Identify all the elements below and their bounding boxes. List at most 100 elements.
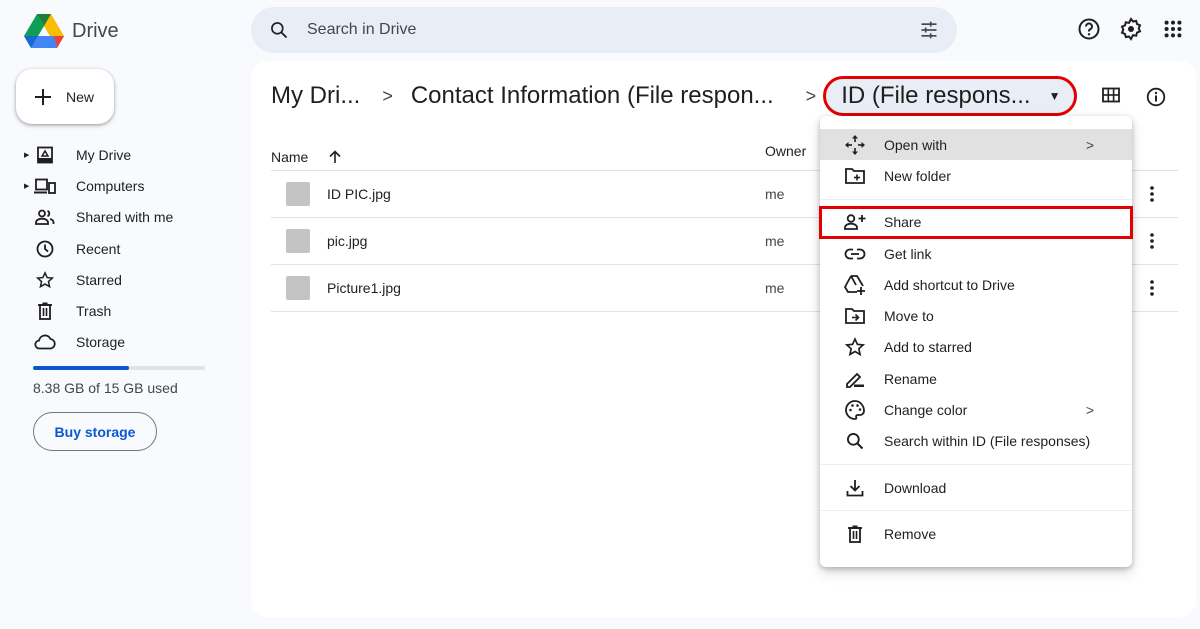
file-name: pic.jpg [327,233,368,249]
help-icon [1078,18,1100,40]
menu-item-move-to[interactable]: Move to [820,300,1132,331]
expand-caret-icon[interactable]: ▶ [24,151,34,159]
sidebar-item-recent[interactable]: Recent [0,233,240,264]
apps-icon [1164,20,1182,38]
open-with-icon [845,134,865,155]
info-icon[interactable] [1146,87,1166,107]
sidebar-item-storage[interactable]: Storage [0,327,240,358]
file-name: ID PIC.jpg [327,186,391,202]
star-icon [36,270,54,288]
sidebar-item-label: My Drive [76,146,132,163]
buy-storage-button[interactable]: Buy storage [33,412,157,451]
download-icon [846,479,864,497]
link-icon [844,248,866,259]
breadcrumb-current-label: ID (File respons... [841,82,1031,109]
trash-icon [848,525,862,543]
trash-icon [38,302,52,321]
more-actions-icon[interactable] [1142,180,1162,208]
image-thumbnail [286,229,310,253]
submenu-chevron-icon: > [1085,136,1094,153]
file-owner: me [765,186,785,202]
sidebar-item-trash[interactable]: Trash [0,295,240,326]
search-icon[interactable] [269,20,289,40]
submenu-chevron-icon: > [1085,402,1094,419]
menu-divider [820,198,1132,200]
sidebar-item-shared-with-me[interactable]: Shared with me [0,202,240,233]
menu-item-change-color[interactable]: Change color > [820,394,1132,425]
more-actions-icon[interactable] [1142,274,1162,302]
sort-arrow-up-icon[interactable] [328,149,342,164]
rename-icon [846,372,864,388]
search-bar[interactable]: Search in Drive [251,7,957,53]
folder-context-menu: Open with > New folder Share Get link Ad… [819,116,1133,567]
search-options-icon[interactable] [919,20,939,40]
my-drive-icon [37,146,53,164]
more-actions-icon[interactable] [1142,227,1162,255]
sidebar-item-computers[interactable]: ▶ Computers [0,170,240,201]
image-thumbnail [286,276,310,300]
plus-icon [35,88,51,105]
breadcrumb-my-drive[interactable]: My Dri... [271,82,360,110]
new-button-label: New [66,88,95,105]
cloud-icon [34,335,56,350]
header-actions [1076,14,1186,44]
clock-icon [36,240,54,257]
breadcrumb-current-folder-button[interactable]: ID (File respons... ▼ [823,76,1078,116]
move-to-icon [845,308,865,325]
expand-caret-icon[interactable]: ▶ [24,182,34,190]
search-icon [847,433,864,450]
menu-item-open-with[interactable]: Open with > [820,129,1132,161]
settings-icon [1120,17,1142,41]
menu-item-label: Change color [884,402,968,419]
menu-item-add-shortcut[interactable]: Add shortcut to Drive [820,269,1132,300]
menu-item-label: New folder [884,167,951,184]
menu-item-search-within[interactable]: Search within ID (File responses) [820,426,1132,457]
menu-item-rename[interactable]: Rename [820,363,1132,394]
sidebar-item-label: Shared with me [76,209,174,226]
sidebar-item-my-drive[interactable]: ▶ My Drive [0,139,240,170]
menu-item-remove[interactable]: Remove [820,518,1132,549]
grid-view-icon[interactable] [1102,87,1120,103]
help-button[interactable] [1076,14,1102,44]
drive-logo-icon [24,14,64,48]
new-button[interactable]: New [16,69,114,124]
column-owner-header[interactable]: Owner [765,143,806,159]
file-owner: me [765,233,785,249]
sidebar-item-starred[interactable]: Starred [0,264,240,295]
shared-icon [35,209,55,226]
menu-item-label: Add to starred [884,339,972,356]
breadcrumb-contact-information[interactable]: Contact Information (File respon... [411,82,774,110]
new-folder-icon [845,168,865,184]
menu-divider [820,463,1132,465]
file-name: Picture1.jpg [327,280,401,296]
menu-item-get-link[interactable]: Get link [820,238,1132,269]
drive-logo[interactable]: Drive [24,14,119,48]
column-name-header[interactable]: Name [271,149,308,165]
sidebar-item-label: Trash [76,303,112,320]
computers-icon [34,178,56,194]
breadcrumb: My Dri... > Contact Information (File re… [271,76,1078,116]
search-input[interactable]: Search in Drive [307,21,919,39]
palette-icon [845,400,865,420]
menu-item-download[interactable]: Download [820,472,1132,503]
star-icon [845,337,865,357]
sidebar-item-label: Storage [76,334,126,351]
menu-item-label: Download [884,479,947,496]
storage-progress-bar [33,366,205,370]
menu-item-label: Remove [884,525,937,542]
menu-item-label: Move to [884,308,934,325]
apps-button[interactable] [1160,14,1186,44]
chevron-right-icon: > [382,85,393,106]
share-icon [844,214,866,231]
menu-item-share[interactable]: Share [819,205,1133,239]
menu-item-add-to-starred[interactable]: Add to starred [820,332,1132,363]
sidebar-item-label: Starred [76,271,122,288]
menu-item-new-folder[interactable]: New folder [820,160,1132,191]
add-shortcut-icon [844,274,865,295]
storage-used-text: 8.38 GB of 15 GB used [33,380,178,396]
settings-button[interactable] [1118,14,1144,44]
chevron-right-icon: > [805,85,817,106]
file-owner: me [765,280,785,296]
menu-item-label: Open with [884,136,948,153]
sidebar-nav: ▶ My Drive ▶ Computers Shared with me Re… [0,139,240,358]
